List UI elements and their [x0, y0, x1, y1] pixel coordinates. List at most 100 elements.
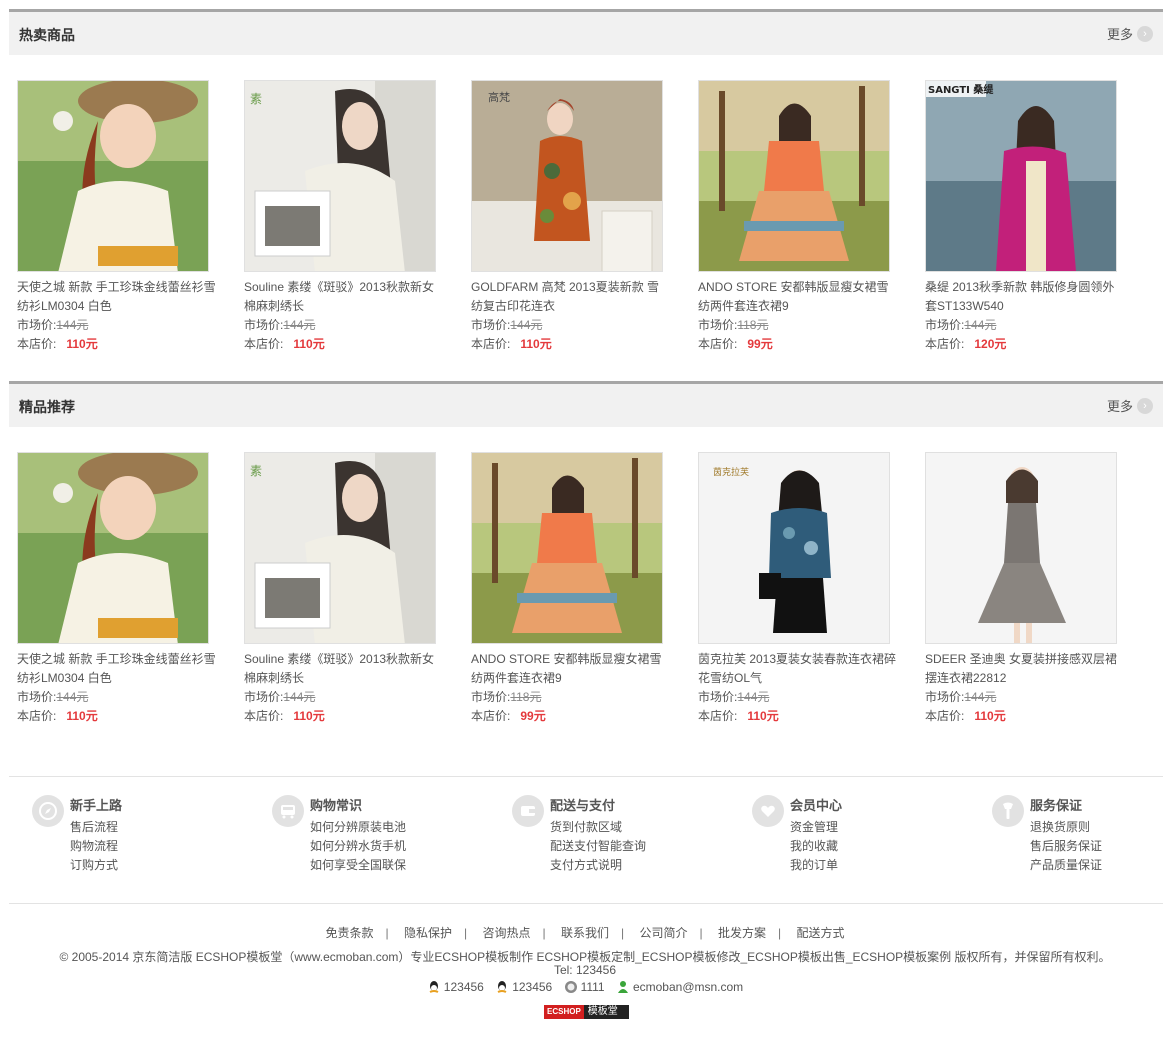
product-name[interactable]: Souline 素缕《斑驳》2013秋款新女棉麻刺绣长 — [244, 650, 444, 688]
market-price: 144元 — [964, 690, 997, 704]
help-title: 服务保证 — [1030, 798, 1083, 813]
product-image[interactable] — [925, 452, 1117, 644]
product-card: 天使之城 新款 手工珍珠金线蕾丝衫雪纺衫LM0304 白色 市场价:144元 本… — [17, 80, 217, 354]
more-label: 更多 — [1106, 27, 1133, 42]
footer-link[interactable]: 批发方案 — [718, 926, 766, 940]
help-link[interactable]: 订购方式 — [70, 856, 118, 875]
help-links: 货到付款区域 配送支付智能查询 支付方式说明 — [550, 818, 646, 875]
shop-price-row: 本店价: 99元 — [471, 707, 671, 726]
product-card: 素 Souline 素缕《斑驳》2013秋款新女棉麻刺绣长 市场价:144元 本… — [244, 80, 444, 354]
ecshop-logo[interactable]: ECSHOP 模板堂 — [544, 1005, 629, 1019]
product-image[interactable] — [698, 80, 890, 272]
product-card: 高梵 GOLDFARM 高梵 2013夏装新款 雪纺复古印花连衣 市场价:144… — [471, 80, 671, 354]
help-link[interactable]: 购物流程 — [70, 837, 118, 856]
help-link[interactable]: 售后流程 — [70, 818, 118, 837]
market-price-label: 市场价: — [925, 318, 965, 332]
product-name[interactable]: GOLDFARM 高梵 2013夏装新款 雪纺复古印花连衣 — [471, 278, 671, 316]
help-link[interactable]: 售后服务保证 — [1030, 837, 1102, 856]
product-name[interactable]: ANDO STORE 安都韩版显瘦女裙雪纺两件套连衣裙9 — [698, 278, 898, 316]
market-price: 144元 — [283, 318, 316, 332]
help-link[interactable]: 如何分辨水货手机 — [310, 837, 406, 856]
product-image[interactable]: 高梵 — [471, 80, 663, 272]
market-price: 144元 — [737, 690, 770, 704]
product-image[interactable] — [17, 452, 209, 644]
shop-price: 110元 — [747, 709, 779, 723]
product-card: SANGTI 桑缇 桑缇 2013秋季新款 韩版修身圆领外套ST133W540 … — [925, 80, 1125, 354]
product-image[interactable]: 素 — [244, 80, 436, 272]
footer-link[interactable]: 隐私保护 — [404, 926, 452, 940]
product-card: 素 Souline 素缕《斑驳》2013秋款新女棉麻刺绣长 市场价:144元 本… — [244, 452, 444, 726]
more-link[interactable]: 更多 › — [1107, 396, 1153, 415]
market-price-row: 市场价:144元 — [244, 688, 444, 707]
shop-price: 110元 — [520, 337, 552, 351]
shop-price-label: 本店价: — [17, 709, 57, 723]
product-image[interactable]: SANGTI 桑缇 — [925, 80, 1117, 272]
market-price-row: 市场价:144元 — [471, 316, 671, 335]
qq-number: 123456 — [512, 980, 553, 994]
help-link[interactable]: 退换货原则 — [1030, 818, 1102, 837]
footer-nav: 免责条款 | 隐私保护 | 咨询热点 | 联系我们 | 公司简介 | 批发方案 | 配送方式 — [0, 924, 1170, 941]
brand-mark: SANGTI 桑缇 — [928, 83, 994, 96]
help-link[interactable]: 我的收藏 — [790, 837, 838, 856]
product-card: ANDO STORE 安都韩版显瘦女裙雪纺两件套连衣裙9 市场价:118元 本店… — [698, 80, 898, 354]
shop-price: 110元 — [66, 709, 98, 723]
product-name[interactable]: ANDO STORE 安都韩版显瘦女裙雪纺两件套连衣裙9 — [471, 650, 671, 688]
market-price: 118元 — [737, 318, 769, 332]
help-link[interactable]: 支付方式说明 — [550, 856, 646, 875]
shop-price-row: 本店价: 110元 — [244, 335, 444, 354]
footer-link[interactable]: 免责条款 — [326, 926, 374, 940]
help-link[interactable]: 配送支付智能查询 — [550, 837, 646, 856]
help-title: 配送与支付 — [550, 798, 616, 813]
market-price-label: 市场价: — [17, 690, 57, 704]
section-title: 精品推荐 — [19, 399, 75, 415]
compass-icon — [32, 795, 64, 827]
product-name[interactable]: 茵克拉芙 2013夏装女装春款连衣裙碎花雪纺OL气 — [698, 650, 898, 688]
recommended-section: 精品推荐 更多 › — [9, 381, 1163, 427]
footer-link[interactable]: 咨询热点 — [483, 926, 531, 940]
shop-price: 99元 — [520, 709, 546, 723]
msn-contact[interactable]: ecmoban@msn.com — [616, 980, 743, 994]
wangwang-contact[interactable]: 1111 — [564, 980, 605, 994]
shop-price-label: 本店价: — [244, 337, 284, 351]
product-name[interactable]: 天使之城 新款 手工珍珠金线蕾丝衫雪纺衫LM0304 白色 — [17, 278, 217, 316]
more-label: 更多 — [1106, 399, 1133, 414]
shop-price-row: 本店价: 110元 — [17, 335, 217, 354]
bus-icon — [272, 795, 304, 827]
product-name[interactable]: Souline 素缕《斑驳》2013秋款新女棉麻刺绣长 — [244, 278, 444, 316]
help-link[interactable]: 资金管理 — [790, 818, 838, 837]
qq-contact[interactable]: 123456 — [495, 980, 552, 994]
product-name[interactable]: SDEER 圣迪奥 女夏装拼接感双层裙摆连衣裙22812 — [925, 650, 1125, 688]
product-image[interactable]: 素 — [244, 452, 436, 644]
footer-link[interactable]: 公司简介 — [639, 926, 687, 940]
product-image[interactable] — [17, 80, 209, 272]
footer-link[interactable]: 配送方式 — [796, 926, 844, 940]
help-link[interactable]: 如何享受全国联保 — [310, 856, 406, 875]
product-name[interactable]: 天使之城 新款 手工珍珠金线蕾丝衫雪纺衫LM0304 白色 — [17, 650, 217, 688]
chevron-right-icon: › — [1137, 25, 1153, 42]
help-link[interactable]: 我的订单 — [790, 856, 838, 875]
wangwang-icon — [564, 981, 577, 993]
divider — [9, 903, 1163, 904]
product-image[interactable] — [471, 452, 663, 644]
product-card: ANDO STORE 安都韩版显瘦女裙雪纺两件套连衣裙9 市场价:118元 本店… — [471, 452, 671, 726]
product-image[interactable]: 茵克拉芙 — [698, 452, 890, 644]
help-link[interactable]: 如何分辨原装电池 — [310, 818, 406, 837]
separator: | — [621, 926, 625, 940]
shop-price-label: 本店价: — [244, 709, 284, 723]
help-link[interactable]: 产品质量保证 — [1030, 856, 1102, 875]
more-link[interactable]: 更多 › — [1107, 24, 1153, 43]
footer-link[interactable]: 联系我们 — [561, 926, 609, 940]
shop-price-row: 本店价: 120元 — [925, 335, 1125, 354]
market-price-row: 市场价:144元 — [17, 688, 217, 707]
qq-contact[interactable]: 123456 — [427, 980, 484, 994]
shop-price-label: 本店价: — [925, 709, 965, 723]
shop-price-row: 本店价: 110元 — [17, 707, 217, 726]
qq-number: 123456 — [443, 980, 484, 994]
msn-address: ecmoban@msn.com — [632, 980, 744, 994]
help-links: 退换货原则 售后服务保证 产品质量保证 — [1030, 818, 1102, 875]
help-link[interactable]: 货到付款区域 — [550, 818, 646, 837]
market-price-row: 市场价:144元 — [17, 316, 217, 335]
product-name[interactable]: 桑缇 2013秋季新款 韩版修身圆领外套ST133W540 — [925, 278, 1125, 316]
shop-price-row: 本店价: 110元 — [698, 707, 898, 726]
market-price: 118元 — [510, 690, 542, 704]
